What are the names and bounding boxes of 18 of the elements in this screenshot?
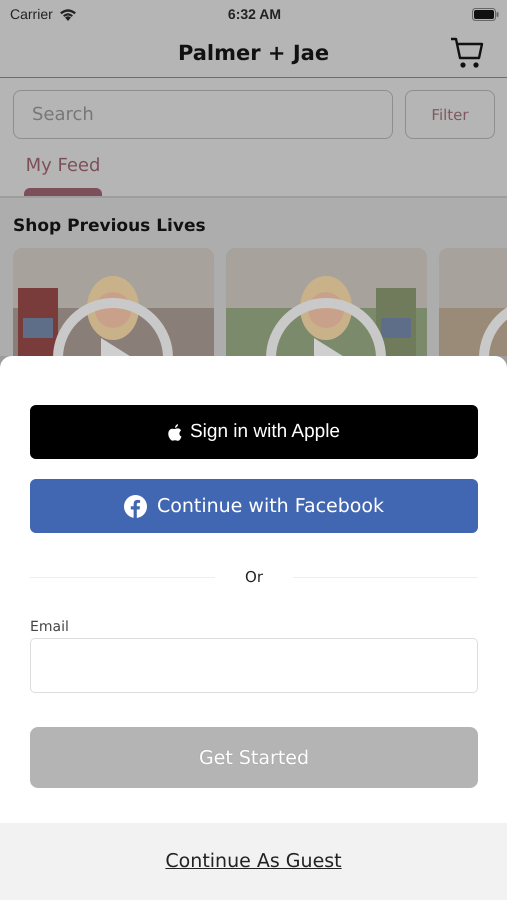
or-divider-label: Or bbox=[245, 568, 263, 586]
carrier-label: Carrier bbox=[10, 6, 53, 22]
continue-as-guest-link[interactable]: Continue As Guest bbox=[165, 850, 342, 872]
email-label: Email bbox=[30, 619, 70, 635]
status-time: 6:32 AM bbox=[228, 6, 282, 22]
app-title: Palmer + Jae bbox=[178, 40, 330, 64]
search-field[interactable]: Search bbox=[13, 90, 393, 139]
facebook-icon bbox=[124, 494, 147, 518]
section-title: Shop Previous Lives bbox=[13, 216, 207, 236]
filter-button[interactable]: Filter bbox=[405, 90, 495, 139]
battery-icon bbox=[472, 8, 499, 20]
apple-icon bbox=[168, 424, 182, 440]
apple-sign-in-button[interactable]: Sign in with Apple bbox=[30, 405, 478, 459]
cart-icon[interactable] bbox=[449, 36, 485, 70]
email-field[interactable] bbox=[30, 638, 478, 693]
feed-tab[interactable]: My Feed bbox=[26, 155, 100, 176]
wifi-icon bbox=[58, 8, 77, 20]
facebook-button[interactable]: Continue with Facebook bbox=[30, 479, 478, 533]
